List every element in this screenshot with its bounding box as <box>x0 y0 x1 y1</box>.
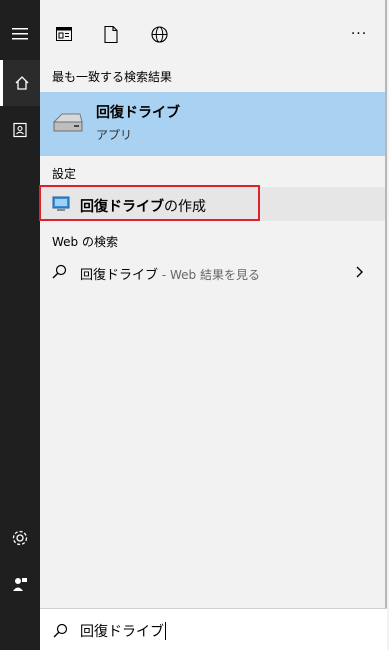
web-result-suffix: - Web 結果を見る <box>158 268 260 282</box>
more-icon: ··· <box>350 26 368 42</box>
chevron-right-icon[interactable] <box>356 266 364 278</box>
hamburger-icon <box>12 28 28 40</box>
text-caret <box>165 622 166 640</box>
search-box[interactable]: 回復ドライブ <box>40 608 387 650</box>
settings-result-rest: の作成 <box>164 199 206 215</box>
filter-toolbar: ··· <box>40 0 387 62</box>
search-icon <box>52 264 67 279</box>
search-panel: ··· 最も一致する検索結果 回復ドライブ アプリ 設定 回復ドライブの作成 W… <box>40 0 387 650</box>
documents-icon <box>104 25 118 43</box>
settings-result-match: 回復ドライブ <box>80 199 164 215</box>
home-button[interactable] <box>0 60 40 106</box>
search-icon <box>53 623 68 638</box>
settings-icon <box>12 530 28 546</box>
best-match-title: 回復ドライブ <box>96 105 180 121</box>
documents-filter-button[interactable] <box>95 18 127 50</box>
apps-filter-button[interactable] <box>48 18 80 50</box>
web-result-label: 回復ドライブ - Web 結果を見る <box>80 264 260 283</box>
panel-edge <box>385 0 387 650</box>
menu-button[interactable] <box>0 12 40 56</box>
more-button[interactable]: ··· <box>343 18 375 50</box>
apps-icon <box>56 27 72 41</box>
left-rail <box>0 0 40 650</box>
settings-heading: 設定 <box>52 167 77 181</box>
search-input-value: 回復ドライブ <box>80 624 164 640</box>
web-icon <box>150 25 168 43</box>
best-match-subtitle: アプリ <box>96 128 133 142</box>
notebook-icon <box>13 122 27 138</box>
notebook-button[interactable] <box>0 108 40 152</box>
web-search-heading: Web の検索 <box>52 235 118 249</box>
web-result-item[interactable]: 回復ドライブ - Web 結果を見る <box>40 256 387 288</box>
web-filter-button[interactable] <box>143 18 175 50</box>
settings-result-item[interactable]: 回復ドライブの作成 <box>40 187 387 221</box>
settings-button[interactable] <box>0 516 40 560</box>
monitor-icon <box>52 196 70 211</box>
user-feedback-icon <box>13 578 27 591</box>
web-result-query: 回復ドライブ <box>80 268 159 283</box>
search-input[interactable]: 回復ドライブ <box>80 621 166 641</box>
best-match-item[interactable]: 回復ドライブ アプリ <box>40 92 387 156</box>
home-icon <box>15 76 28 90</box>
best-match-heading: 最も一致する検索結果 <box>52 70 173 84</box>
settings-result-label: 回復ドライブの作成 <box>80 196 206 216</box>
drive-icon <box>52 113 83 132</box>
feedback-button[interactable] <box>0 562 40 606</box>
